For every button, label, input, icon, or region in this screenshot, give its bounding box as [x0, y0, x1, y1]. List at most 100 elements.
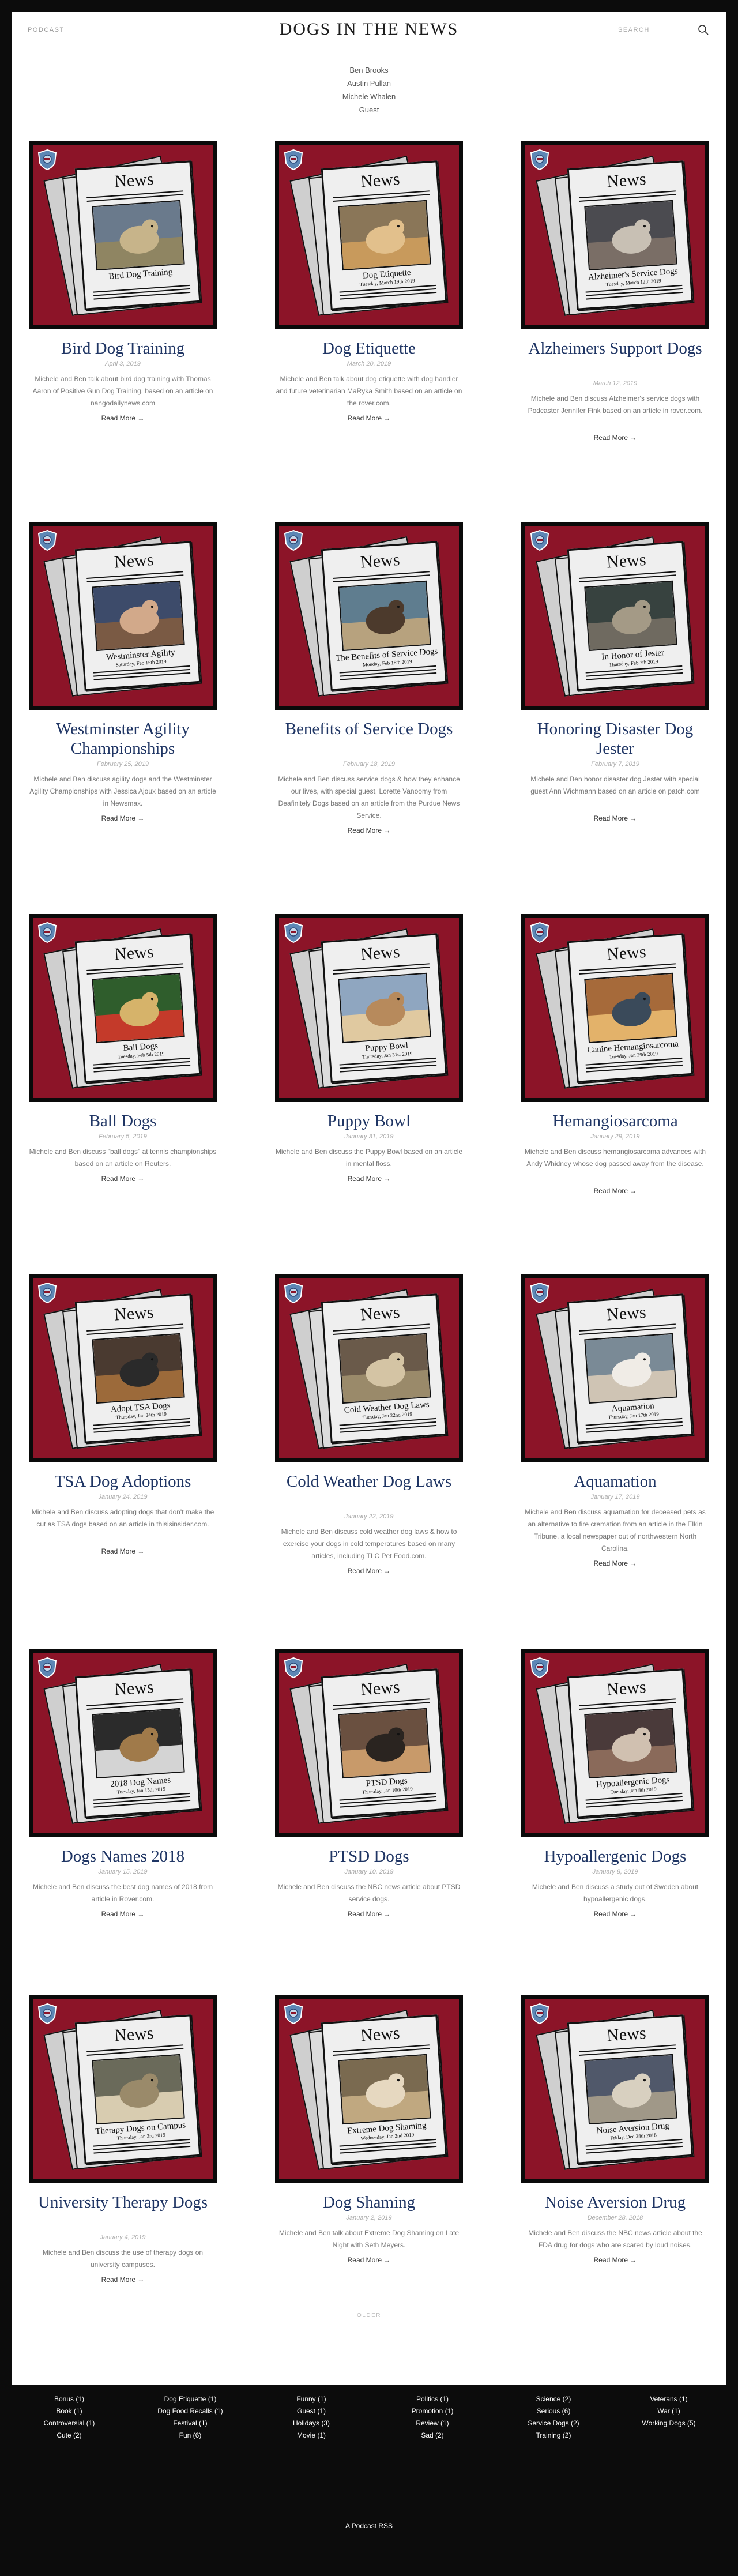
divider: [340, 672, 437, 680]
post-title[interactable]: Westminster Agility Championships: [29, 719, 217, 758]
category-link[interactable]: Movie (1): [254, 2430, 369, 2442]
category-link[interactable]: Guest (1): [254, 2405, 369, 2417]
category-link[interactable]: Service Dogs (2): [496, 2417, 611, 2430]
category-link[interactable]: Sad (2): [375, 2430, 490, 2442]
news-heading: News: [114, 942, 155, 964]
page-frame: PODCAST DOGS IN THE NEWS Ben Brooks Aust…: [12, 12, 726, 2385]
post-title[interactable]: PTSD Dogs: [275, 1847, 463, 1866]
post-date: February 18, 2019: [343, 761, 395, 768]
post-thumbnail[interactable]: News Alzheimer's Service Dogs Tuesday, M…: [521, 141, 709, 329]
read-more-link[interactable]: Read More →: [29, 2276, 217, 2284]
older-posts-link[interactable]: OLDER: [12, 2312, 726, 2319]
category-link[interactable]: Book (1): [12, 2405, 127, 2417]
post-thumbnail[interactable]: News 2018 Dog Names Tuesday, Jan 15th 20…: [29, 1649, 217, 1837]
post-title[interactable]: Bird Dog Training: [29, 339, 217, 358]
news-photo: [584, 2054, 677, 2125]
category-link[interactable]: Training (2): [496, 2430, 611, 2442]
post-thumbnail[interactable]: News Therapy Dogs on Campus Thursday, Ja…: [29, 1995, 217, 2183]
post-title[interactable]: Dog Etiquette: [275, 339, 463, 358]
category-link[interactable]: Holidays (3): [254, 2417, 369, 2430]
read-more-link[interactable]: Read More →: [275, 1567, 463, 1575]
read-more-link[interactable]: Read More →: [29, 1547, 217, 1555]
post-thumbnail[interactable]: News Noise Aversion Drug Friday, Dec 28t…: [521, 1995, 709, 2183]
post-title[interactable]: Hypoallergenic Dogs: [521, 1847, 709, 1866]
category-link[interactable]: Dog Etiquette (1): [133, 2393, 248, 2405]
post-date: January 10, 2019: [344, 1868, 394, 1875]
read-more-link[interactable]: Read More →: [29, 814, 217, 822]
post-title[interactable]: Cold Weather Dog Laws: [275, 1472, 463, 1491]
category-link[interactable]: Funny (1): [254, 2393, 369, 2405]
newspaper: News Hypoallergenic Dogs Tuesday, Jan 8t…: [567, 1668, 694, 1818]
search-input[interactable]: [617, 24, 694, 36]
news-heading: News: [360, 1677, 401, 1699]
category-link[interactable]: Dog Food Recalls (1): [133, 2405, 248, 2417]
category-link[interactable]: Review (1): [375, 2417, 490, 2430]
post-thumbnail[interactable]: News Westminster Agility Saturday, Feb 1…: [29, 522, 217, 710]
category-link[interactable]: Bonus (1): [12, 2393, 127, 2405]
category-link[interactable]: Cute (2): [12, 2430, 127, 2442]
person-link[interactable]: Austin Pullan: [12, 77, 726, 90]
post-title[interactable]: University Therapy Dogs: [29, 2193, 217, 2212]
post-title[interactable]: Noise Aversion Drug: [521, 2193, 709, 2212]
post-title[interactable]: TSA Dog Adoptions: [29, 1472, 217, 1491]
search-icon[interactable]: [698, 24, 709, 36]
post-title[interactable]: Aquamation: [521, 1472, 709, 1491]
read-more-link[interactable]: Read More →: [275, 826, 463, 834]
post-thumbnail[interactable]: News Bird Dog Training: [29, 141, 217, 329]
post-title[interactable]: Honoring Disaster Dog Jester: [521, 719, 709, 758]
read-more-link[interactable]: Read More →: [29, 1175, 217, 1183]
search-box[interactable]: [617, 23, 710, 36]
post-thumbnail[interactable]: News Aquamation Thursday, Jan 17th 2019: [521, 1274, 709, 1462]
read-more-link[interactable]: Read More →: [521, 2256, 709, 2264]
person-link[interactable]: Michele Whalen: [12, 90, 726, 103]
category-link[interactable]: Science (2): [496, 2393, 611, 2405]
read-more-link[interactable]: Read More →: [29, 414, 217, 422]
post-thumbnail[interactable]: News Hypoallergenic Dogs Tuesday, Jan 8t…: [521, 1649, 709, 1837]
post-thumbnail[interactable]: News Ball Dogs Tuesday, Feb 5th 2019: [29, 914, 217, 1102]
post-thumbnail[interactable]: News Canine Hemangiosarcoma Tuesday, Jan…: [521, 914, 709, 1102]
category-link[interactable]: Controversial (1): [12, 2417, 127, 2430]
read-more-link[interactable]: Read More →: [275, 1910, 463, 1918]
post-title[interactable]: Puppy Bowl: [275, 1111, 463, 1131]
read-more-link[interactable]: Read More →: [521, 1187, 709, 1195]
read-more-link[interactable]: Read More →: [275, 414, 463, 422]
person-link[interactable]: Guest: [12, 103, 726, 116]
category-link[interactable]: Promotion (1): [375, 2405, 490, 2417]
read-more-link[interactable]: Read More →: [275, 1175, 463, 1183]
category-link[interactable]: Working Dogs (5): [611, 2417, 726, 2430]
read-more-link[interactable]: Read More →: [521, 1910, 709, 1918]
post-title[interactable]: Ball Dogs: [29, 1111, 217, 1131]
post-title[interactable]: Dogs Names 2018: [29, 1847, 217, 1866]
news-photo: [92, 2054, 185, 2125]
post-title[interactable]: Benefits of Service Dogs: [275, 719, 463, 739]
category-link[interactable]: Veterans (1): [611, 2393, 726, 2405]
post-thumbnail[interactable]: News Extreme Dog Shaming Wednesday, Jan …: [275, 1995, 463, 2183]
post-thumbnail[interactable]: News In Honor of Jester Thursday, Feb 7t…: [521, 522, 709, 710]
arrow-right-icon: →: [137, 1910, 145, 1918]
post-thumbnail[interactable]: News Puppy Bowl Thursday, Jan 31st 2019: [275, 914, 463, 1102]
category-link[interactable]: Serious (6): [496, 2405, 611, 2417]
read-more-link[interactable]: Read More →: [275, 2256, 463, 2264]
post-title[interactable]: Dog Shaming: [275, 2193, 463, 2212]
post-thumbnail[interactable]: News PTSD Dogs Thursday, Jan 10th 2019: [275, 1649, 463, 1837]
news-heading: News: [360, 1302, 401, 1325]
category-link[interactable]: Fun (6): [133, 2430, 248, 2442]
post-excerpt: Michele and Ben discuss the NBC news art…: [277, 1883, 461, 1903]
divider: [340, 2145, 437, 2154]
post-thumbnail[interactable]: News Dog Etiquette Tuesday, March 19th 2…: [275, 141, 463, 329]
category-link[interactable]: War (1): [611, 2405, 726, 2417]
post-title[interactable]: Alzheimers Support Dogs: [521, 339, 709, 358]
read-more-link[interactable]: Read More →: [521, 814, 709, 822]
category-link[interactable]: Festival (1): [133, 2417, 248, 2430]
rss-link[interactable]: A Podcast RSS: [0, 2522, 738, 2530]
post-thumbnail[interactable]: News The Benefits of Service Dogs Monday…: [275, 522, 463, 710]
read-more-link[interactable]: Read More →: [29, 1910, 217, 1918]
person-link[interactable]: Ben Brooks: [12, 63, 726, 77]
read-more-link[interactable]: Read More →: [521, 434, 709, 442]
post-thumbnail[interactable]: News Adopt TSA Dogs Thursday, Jan 24th 2…: [29, 1274, 217, 1462]
post-title[interactable]: Hemangiosarcoma: [521, 1111, 709, 1131]
podcast-shield-icon: [530, 1657, 549, 1679]
post-thumbnail[interactable]: News Cold Weather Dog Laws Tuesday, Jan …: [275, 1274, 463, 1462]
read-more-link[interactable]: Read More →: [521, 1559, 709, 1567]
category-link[interactable]: Politics (1): [375, 2393, 490, 2405]
